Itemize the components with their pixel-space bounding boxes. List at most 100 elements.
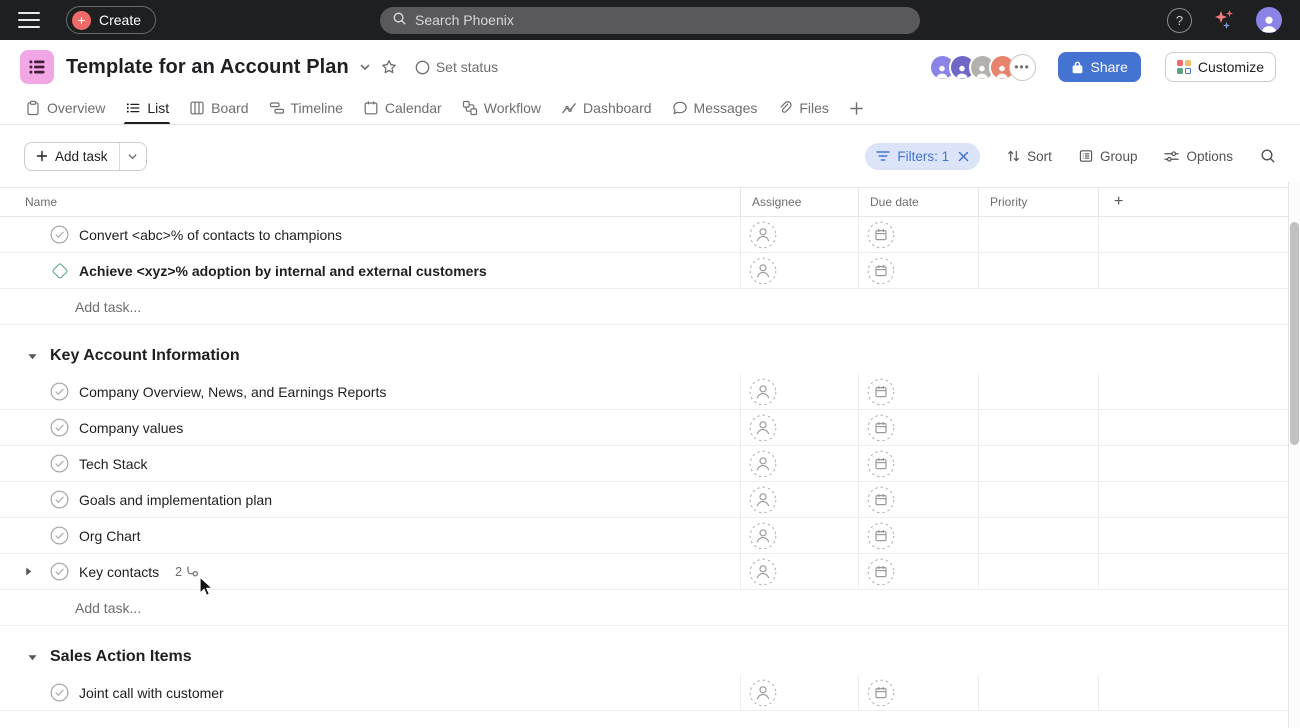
add-task-button[interactable]: Add task <box>25 143 119 170</box>
section-header[interactable]: Sales Action Items <box>0 639 1300 675</box>
task-row[interactable]: Goals and implementation plan <box>0 482 1300 518</box>
assignee-cell[interactable] <box>740 675 858 710</box>
assignee-cell[interactable] <box>740 253 858 288</box>
add-task-dropdown-icon[interactable] <box>119 143 146 170</box>
assignee-cell[interactable] <box>740 410 858 445</box>
complete-task-icon[interactable] <box>50 526 69 545</box>
task-name[interactable]: Joint call with customer <box>79 685 224 701</box>
search-tasks-icon[interactable] <box>1260 148 1276 164</box>
options-button[interactable]: Options <box>1164 149 1233 164</box>
priority-cell[interactable] <box>978 446 1098 481</box>
collapse-section-icon[interactable] <box>27 653 38 662</box>
complete-task-icon[interactable] <box>50 418 69 437</box>
task-name-cell[interactable]: Key contacts2 <box>0 554 740 589</box>
complete-task-icon[interactable] <box>50 683 69 702</box>
complete-task-icon[interactable] <box>50 454 69 473</box>
due-date-cell[interactable] <box>858 675 978 710</box>
clear-filters-icon[interactable] <box>958 151 969 162</box>
due-date-cell[interactable] <box>858 374 978 409</box>
task-name-cell[interactable]: Goals and implementation plan <box>0 482 740 517</box>
favorite-star-icon[interactable] <box>381 59 397 75</box>
section-header[interactable]: Key Account Information <box>0 338 1300 374</box>
ai-sparkles-icon[interactable] <box>1212 9 1236 31</box>
assignee-cell[interactable] <box>740 217 858 252</box>
task-name[interactable]: Org Chart <box>79 528 140 544</box>
task-row[interactable]: Achieve <xyz>% adoption by internal and … <box>0 253 1300 289</box>
priority-cell[interactable] <box>978 410 1098 445</box>
task-name[interactable]: Convert <abc>% of contacts to champions <box>79 227 342 243</box>
column-header-priority[interactable]: Priority <box>978 188 1098 216</box>
task-name[interactable]: Goals and implementation plan <box>79 492 272 508</box>
task-name-cell[interactable]: Tech Stack <box>0 446 740 481</box>
task-name-cell[interactable]: Org Chart <box>0 518 740 553</box>
assignee-cell[interactable] <box>740 554 858 589</box>
task-name-cell[interactable]: Company values <box>0 410 740 445</box>
scrollbar-thumb[interactable] <box>1290 222 1299 445</box>
task-name[interactable]: Achieve <xyz>% adoption by internal and … <box>79 263 487 279</box>
set-status-button[interactable]: Set status <box>415 59 498 75</box>
global-search-input[interactable]: Search Phoenix <box>380 7 920 34</box>
assignee-cell[interactable] <box>740 482 858 517</box>
sort-button[interactable]: Sort <box>1007 149 1052 164</box>
tab-files[interactable]: Files <box>768 92 838 124</box>
priority-cell[interactable] <box>978 217 1098 252</box>
task-name-cell[interactable]: Company Overview, News, and Earnings Rep… <box>0 374 740 409</box>
tab-add-view[interactable] <box>840 92 873 124</box>
task-row[interactable]: Convert <abc>% of contacts to champions <box>0 217 1300 253</box>
tab-board[interactable]: Board <box>180 92 257 124</box>
section-title[interactable]: Key Account Information <box>50 347 240 365</box>
priority-cell[interactable] <box>978 675 1098 710</box>
section-title[interactable]: Sales Action Items <box>50 648 192 666</box>
complete-task-icon[interactable] <box>50 562 69 581</box>
column-header-due-date[interactable]: Due date <box>858 188 978 216</box>
tab-messages[interactable]: Messages <box>663 92 767 124</box>
milestone-icon[interactable] <box>51 262 68 279</box>
assignee-cell[interactable] <box>740 518 858 553</box>
task-row[interactable]: Company values <box>0 410 1300 446</box>
priority-cell[interactable] <box>978 482 1098 517</box>
tab-calendar[interactable]: Calendar <box>354 92 451 124</box>
priority-cell[interactable] <box>978 518 1098 553</box>
task-name-cell[interactable]: Convert <abc>% of contacts to champions <box>0 217 740 252</box>
scrollbar-track[interactable] <box>1288 182 1300 728</box>
task-row[interactable]: Org Chart <box>0 518 1300 554</box>
due-date-cell[interactable] <box>858 253 978 288</box>
sidebar-menu-icon[interactable] <box>18 12 40 28</box>
more-members-button[interactable]: ••• <box>1009 54 1036 81</box>
due-date-cell[interactable] <box>858 518 978 553</box>
assignee-cell[interactable] <box>740 446 858 481</box>
customize-button[interactable]: Customize <box>1165 52 1276 82</box>
due-date-cell[interactable] <box>858 554 978 589</box>
tab-dashboard[interactable]: Dashboard <box>552 92 661 124</box>
task-name-cell[interactable]: Achieve <xyz>% adoption by internal and … <box>0 253 740 288</box>
assignee-cell[interactable] <box>740 374 858 409</box>
due-date-cell[interactable] <box>858 482 978 517</box>
task-name[interactable]: Tech Stack <box>79 456 147 472</box>
task-name[interactable]: Company Overview, News, and Earnings Rep… <box>79 384 386 400</box>
priority-cell[interactable] <box>978 374 1098 409</box>
column-header-name[interactable]: Name <box>0 188 740 216</box>
task-name[interactable]: Key contacts <box>79 564 159 580</box>
task-name-cell[interactable]: Joint call with customer <box>0 675 740 710</box>
expand-subtasks-icon[interactable] <box>24 566 33 577</box>
add-column-button[interactable]: + <box>1098 188 1300 216</box>
help-icon[interactable]: ? <box>1167 8 1192 33</box>
complete-task-icon[interactable] <box>50 490 69 509</box>
project-icon[interactable] <box>20 50 54 84</box>
complete-task-icon[interactable] <box>50 225 69 244</box>
task-row[interactable]: Company Overview, News, and Earnings Rep… <box>0 374 1300 410</box>
collapse-section-icon[interactable] <box>27 352 38 361</box>
add-task-row[interactable]: Add task... <box>0 590 1300 626</box>
complete-task-icon[interactable] <box>50 382 69 401</box>
priority-cell[interactable] <box>978 253 1098 288</box>
task-row[interactable]: Key contacts2 <box>0 554 1300 590</box>
priority-cell[interactable] <box>978 554 1098 589</box>
share-button[interactable]: Share <box>1058 52 1141 82</box>
tab-overview[interactable]: Overview <box>16 92 114 124</box>
filters-chip[interactable]: Filters: 1 <box>865 143 980 170</box>
tab-workflow[interactable]: Workflow <box>453 92 550 124</box>
due-date-cell[interactable] <box>858 410 978 445</box>
title-chevron-down-icon[interactable] <box>359 61 371 73</box>
tab-timeline[interactable]: Timeline <box>260 92 352 124</box>
group-button[interactable]: Group <box>1079 149 1138 164</box>
